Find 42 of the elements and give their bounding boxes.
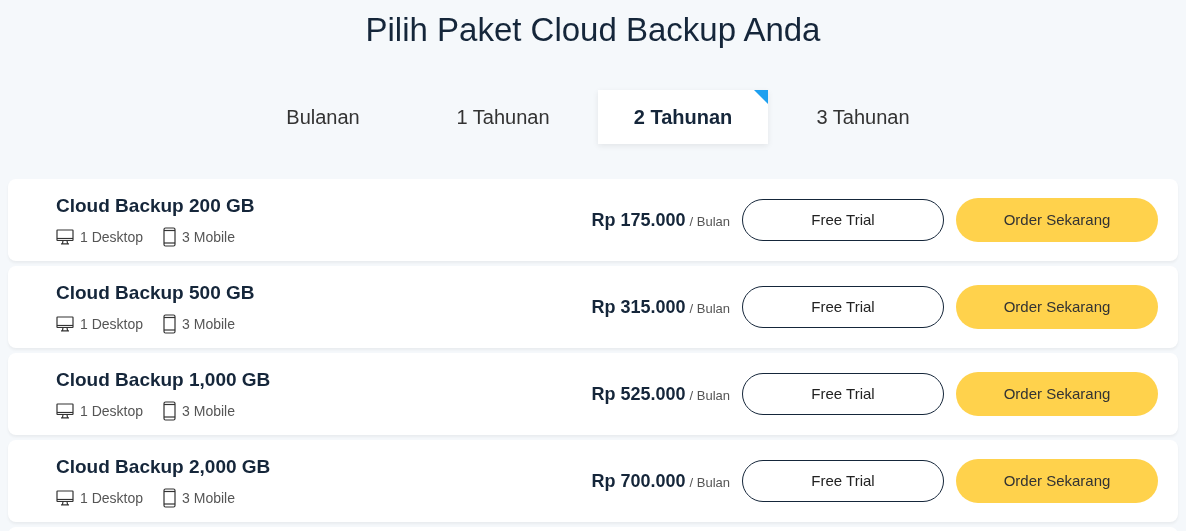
price-period: / Bulan bbox=[689, 212, 730, 231]
phone-icon bbox=[163, 488, 177, 509]
plan-price: Rp 525.000 bbox=[591, 382, 686, 406]
monitor-icon bbox=[56, 316, 74, 333]
period-tab[interactable]: 1 Tahunan bbox=[418, 90, 588, 144]
plan-name: Cloud Backup 200 GB bbox=[56, 194, 255, 219]
desktop-count: 1 Desktop bbox=[80, 314, 144, 334]
desktop-count: 1 Desktop bbox=[80, 401, 144, 421]
phone-icon bbox=[163, 401, 177, 422]
phone-icon bbox=[163, 227, 177, 248]
period-tab[interactable]: Bulanan bbox=[238, 90, 408, 144]
plan-name: Cloud Backup 1,000 GB bbox=[56, 368, 271, 393]
price-period: / Bulan bbox=[689, 473, 730, 492]
monitor-icon bbox=[56, 490, 74, 507]
mobile-count: 3 Mobile bbox=[182, 314, 235, 334]
phone-icon bbox=[163, 314, 177, 335]
free-trial-button[interactable]: Free Trial bbox=[742, 286, 944, 328]
plan-price: Rp 700.000 bbox=[591, 469, 686, 493]
order-button[interactable]: Order Sekarang bbox=[956, 459, 1158, 503]
corner-marker bbox=[754, 90, 768, 104]
plan-price: Rp 315.000 bbox=[591, 295, 686, 319]
plan-name: Cloud Backup 500 GB bbox=[56, 281, 255, 306]
free-trial-button[interactable]: Free Trial bbox=[742, 373, 944, 415]
free-trial-button[interactable]: Free Trial bbox=[742, 199, 944, 241]
period-tab[interactable]: 2 Tahunan bbox=[598, 90, 768, 144]
monitor-icon bbox=[56, 403, 74, 420]
price-period: / Bulan bbox=[689, 386, 730, 405]
price-period: / Bulan bbox=[689, 299, 730, 318]
desktop-count: 1 Desktop bbox=[80, 227, 144, 247]
plan-name: Cloud Backup 2,000 GB bbox=[56, 455, 271, 480]
order-button[interactable]: Order Sekarang bbox=[956, 372, 1158, 416]
page-title: Pilih Paket Cloud Backup Anda bbox=[365, 10, 821, 50]
order-button[interactable]: Order Sekarang bbox=[956, 198, 1158, 242]
mobile-count: 3 Mobile bbox=[182, 227, 235, 247]
free-trial-button[interactable]: Free Trial bbox=[742, 460, 944, 502]
plan-price: Rp 175.000 bbox=[591, 208, 686, 232]
desktop-count: 1 Desktop bbox=[80, 488, 144, 508]
mobile-count: 3 Mobile bbox=[182, 401, 235, 421]
order-button[interactable]: Order Sekarang bbox=[956, 285, 1158, 329]
monitor-icon bbox=[56, 229, 74, 246]
mobile-count: 3 Mobile bbox=[182, 488, 235, 508]
period-tab[interactable]: 3 Tahunan bbox=[778, 90, 948, 144]
